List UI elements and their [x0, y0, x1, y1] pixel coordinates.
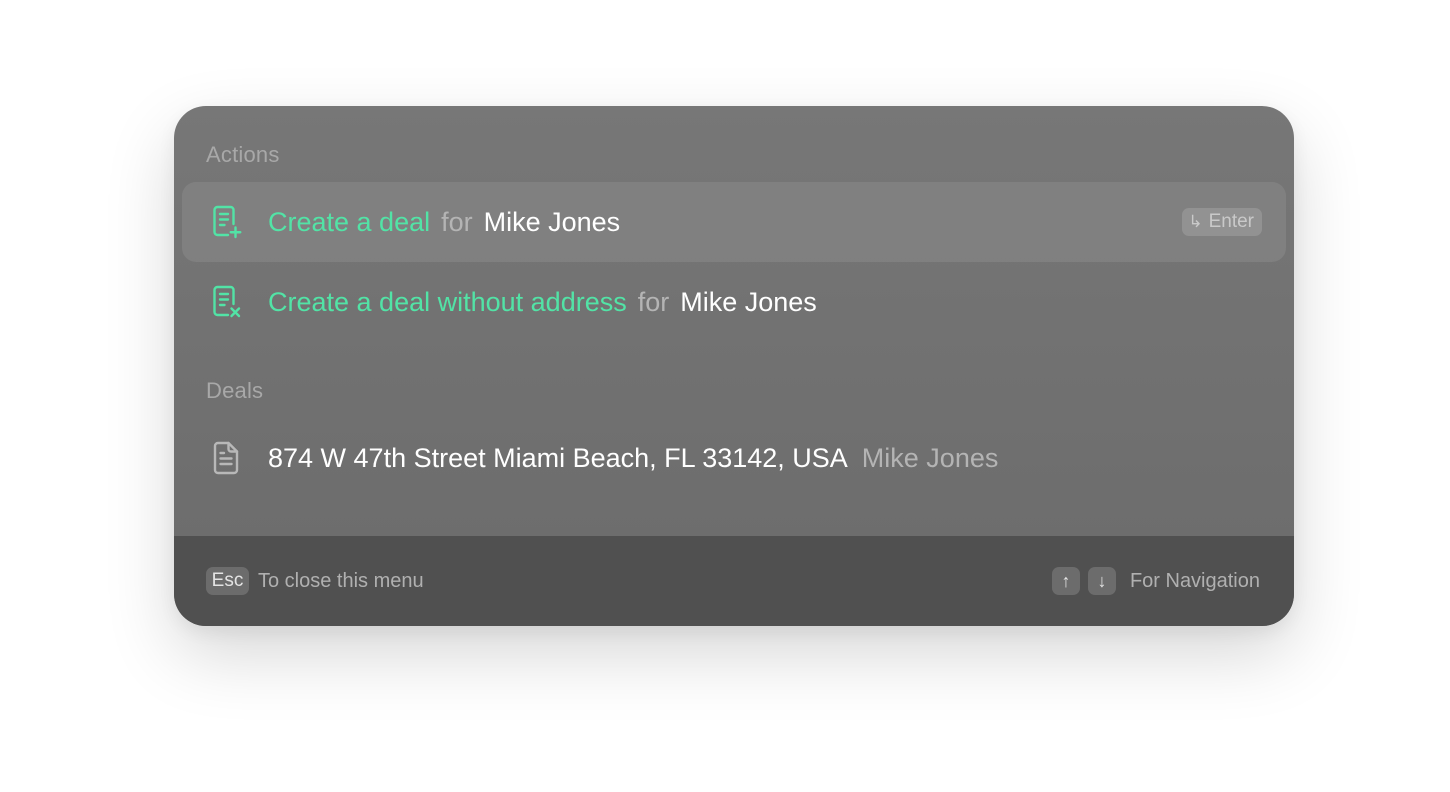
action-contact: Mike Jones [483, 206, 621, 237]
palette-footer: Esc To close this menu ↑ ↓ For Navigatio… [174, 536, 1294, 626]
esc-key-badge: Esc [206, 567, 249, 595]
navigation-hint-text: For Navigation [1129, 569, 1260, 592]
command-palette: Actions Create a deal for Mike Jones ↳ E… [174, 106, 1294, 626]
esc-hint-text: To close this menu [258, 570, 424, 592]
deal-contact: Mike Jones [861, 442, 999, 473]
action-connector: for [637, 286, 670, 317]
actions-section-title: Actions [206, 142, 280, 167]
deal-item[interactable]: 874 W 47th Street Miami Beach, FL 33142,… [182, 418, 1286, 498]
action-label: Create a deal without address [268, 286, 627, 317]
document-x-icon [208, 284, 244, 320]
deals-section-title: Deals [206, 378, 264, 403]
action-connector: for [441, 206, 473, 237]
create-deal-without-address-action[interactable]: Create a deal without address for Mike J… [182, 262, 1286, 342]
action-contact: Mike Jones [680, 286, 817, 317]
document-icon [208, 440, 244, 476]
navigation-hint: ↑ ↓ For Navigation [1051, 567, 1260, 595]
deal-address: 874 W 47th Street Miami Beach, FL 33142,… [268, 442, 848, 473]
enter-shortcut-label: Enter [1208, 211, 1254, 232]
arrow-up-icon: ↑ [1051, 567, 1080, 595]
enter-shortcut-badge: ↳ Enter [1182, 208, 1262, 236]
action-label: Create a deal [268, 206, 431, 237]
create-deal-action[interactable]: Create a deal for Mike Jones ↳ Enter [182, 182, 1286, 262]
enter-key-icon: ↳ [1188, 212, 1203, 231]
document-plus-icon [208, 204, 244, 240]
arrow-down-icon: ↓ [1087, 567, 1116, 595]
